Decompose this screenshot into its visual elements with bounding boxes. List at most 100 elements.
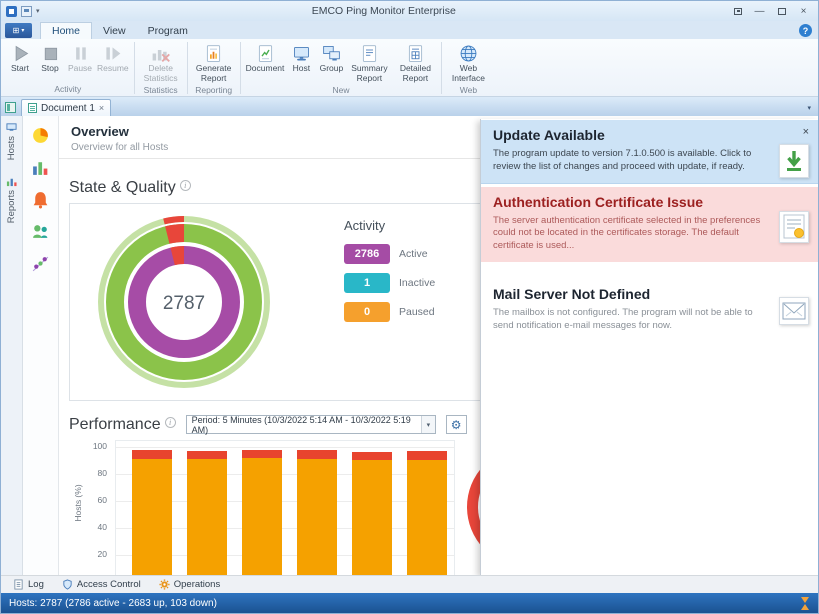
app-logo-icon[interactable] bbox=[6, 6, 17, 17]
pause-button[interactable]: Pause bbox=[65, 42, 95, 75]
notification-title: Authentication Certificate Issue bbox=[493, 194, 806, 210]
group-label-activity: Activity bbox=[3, 84, 133, 96]
minimize-button[interactable]: — bbox=[750, 4, 769, 18]
activity-legend: Activity 2786 Active 1 Inactive 0 Paused bbox=[344, 218, 435, 331]
new-host-icon bbox=[291, 43, 312, 64]
paused-count-badge: 0 bbox=[344, 302, 390, 322]
document-tab-label: Document 1 bbox=[41, 103, 95, 114]
new-group-button[interactable]: Group bbox=[316, 42, 346, 75]
pin-window-button[interactable] bbox=[728, 4, 747, 18]
period-select[interactable]: Period: 5 Minutes (10/3/2022 5:14 AM - 1… bbox=[186, 415, 436, 434]
y-tick: 20 bbox=[85, 549, 107, 559]
download-icon[interactable] bbox=[779, 144, 809, 178]
performance-bar bbox=[297, 450, 337, 575]
hosts-status-view-icon[interactable] bbox=[31, 222, 50, 241]
stop-button[interactable]: Stop bbox=[35, 42, 65, 75]
active-count-badge: 2786 bbox=[344, 244, 390, 264]
period-select-value: Period: 5 Minutes (10/3/2022 5:14 AM - 1… bbox=[192, 415, 421, 435]
bottom-tab-log[interactable]: Log bbox=[5, 577, 52, 593]
ribbon-group-new: Document Host Group Summary Report Detai… bbox=[242, 40, 441, 96]
web-interface-button[interactable]: Web Interface bbox=[445, 42, 491, 85]
delete-statistics-button[interactable]: Delete Statistics bbox=[138, 42, 184, 85]
hosts-tab-icon bbox=[6, 122, 17, 133]
alerts-bell-view-icon[interactable] bbox=[31, 190, 50, 209]
application-menu-button[interactable]: ⊞ ▾ bbox=[5, 23, 32, 38]
app-menu-icon: ⊞ bbox=[13, 26, 20, 35]
close-button[interactable]: × bbox=[794, 4, 813, 18]
notification-body: The program update to version 7.1.0.500 … bbox=[493, 148, 806, 174]
new-host-button[interactable]: Host bbox=[286, 42, 316, 75]
pin-icon bbox=[734, 8, 742, 15]
performance-plot bbox=[115, 440, 455, 575]
ribbon-group-reporting: Generate Report Reporting bbox=[189, 40, 239, 96]
generate-report-icon bbox=[203, 43, 224, 64]
generate-report-button[interactable]: Generate Report bbox=[191, 42, 237, 85]
tab-list-dropdown-icon[interactable]: ▾ bbox=[807, 104, 814, 112]
document-tab-icon bbox=[28, 103, 37, 113]
document-tab[interactable]: Document 1 × bbox=[21, 99, 111, 116]
document-tab-bar: Document 1 × ▾ bbox=[1, 97, 818, 116]
performance-bar bbox=[187, 451, 227, 575]
tab-program[interactable]: Program bbox=[137, 23, 199, 39]
ribbon-separator bbox=[134, 42, 135, 94]
window-controls: — × bbox=[728, 4, 818, 18]
notification-certificate-issue[interactable]: Authentication Certificate Issue The ser… bbox=[481, 187, 818, 262]
status-bar: Hosts: 2787 (2786 active - 2683 up, 103 … bbox=[1, 593, 818, 613]
title-bar: ▾ EMCO Ping Monitor Enterprise — × bbox=[1, 1, 818, 21]
group-label-new: New bbox=[242, 85, 441, 97]
ribbon-separator bbox=[441, 42, 442, 94]
notification-title: Update Available bbox=[493, 127, 806, 143]
new-document-button[interactable]: Document bbox=[244, 42, 287, 75]
sidebar-tab-reports[interactable]: Reports bbox=[6, 176, 17, 223]
bottom-panel-tabs: Log Access Control Operations bbox=[1, 575, 818, 593]
start-icon bbox=[10, 43, 31, 64]
tab-view[interactable]: View bbox=[92, 23, 137, 39]
bar-chart-view-icon[interactable] bbox=[31, 158, 50, 177]
sidebar-tab-hosts[interactable]: Hosts bbox=[6, 122, 17, 160]
group-label-reporting: Reporting bbox=[189, 85, 239, 97]
tab-home[interactable]: Home bbox=[40, 22, 92, 39]
performance-chart: Hosts (%) 100 80 60 40 20 bbox=[71, 440, 471, 575]
quick-access-icon[interactable] bbox=[21, 6, 32, 17]
performance-bar bbox=[132, 450, 172, 575]
pie-chart-view-icon[interactable] bbox=[31, 126, 50, 145]
inactive-count-badge: 1 bbox=[344, 273, 390, 293]
performance-heading: Performance i bbox=[69, 416, 176, 434]
app-menu-dropdown-icon: ▾ bbox=[21, 27, 24, 34]
legend-row-active: 2786 Active bbox=[344, 244, 435, 264]
document-tab-close-icon[interactable]: × bbox=[99, 103, 104, 113]
bottom-tab-access-control[interactable]: Access Control bbox=[54, 577, 149, 593]
info-icon[interactable]: i bbox=[165, 417, 176, 428]
close-icon[interactable]: × bbox=[803, 126, 809, 138]
performance-bar bbox=[242, 450, 282, 575]
help-button[interactable]: ? bbox=[799, 24, 812, 37]
detailed-report-button[interactable]: Detailed Report bbox=[392, 42, 438, 85]
certificate-icon[interactable] bbox=[779, 211, 809, 243]
hourglass-icon bbox=[801, 597, 810, 610]
status-hosts-summary: Hosts: 2787 (2786 active - 2683 up, 103 … bbox=[9, 598, 801, 609]
notification-update-available[interactable]: Update Available × The program update to… bbox=[481, 120, 818, 184]
summary-report-button[interactable]: Summary Report bbox=[346, 42, 392, 85]
operations-gear-icon bbox=[159, 579, 170, 590]
resume-button[interactable]: Resume bbox=[95, 42, 131, 75]
view-icon-strip bbox=[23, 116, 59, 575]
y-axis-label: Hosts (%) bbox=[73, 472, 83, 534]
maximize-button[interactable] bbox=[772, 4, 791, 18]
notification-mail-server[interactable]: Mail Server Not Defined The mailbox is n… bbox=[481, 279, 818, 342]
quality-scatter-view-icon[interactable] bbox=[31, 254, 50, 273]
y-tick: 60 bbox=[85, 495, 107, 505]
info-icon[interactable]: i bbox=[180, 180, 191, 191]
chart-settings-button[interactable]: ⚙ bbox=[446, 415, 467, 434]
mail-icon[interactable] bbox=[779, 297, 809, 325]
panel-toggle-icon[interactable] bbox=[5, 102, 16, 113]
pause-icon bbox=[70, 43, 91, 64]
ribbon: Start Stop Pause Resume Activity bbox=[1, 39, 818, 97]
legend-title: Activity bbox=[344, 218, 435, 233]
bottom-tab-operations[interactable]: Operations bbox=[151, 577, 228, 593]
period-dropdown-icon[interactable]: ▾ bbox=[421, 416, 435, 433]
reports-tab-icon bbox=[6, 176, 17, 187]
detailed-report-icon bbox=[405, 43, 426, 64]
start-button[interactable]: Start bbox=[5, 42, 35, 75]
y-tick: 80 bbox=[85, 468, 107, 478]
gear-icon: ⚙ bbox=[451, 418, 462, 432]
